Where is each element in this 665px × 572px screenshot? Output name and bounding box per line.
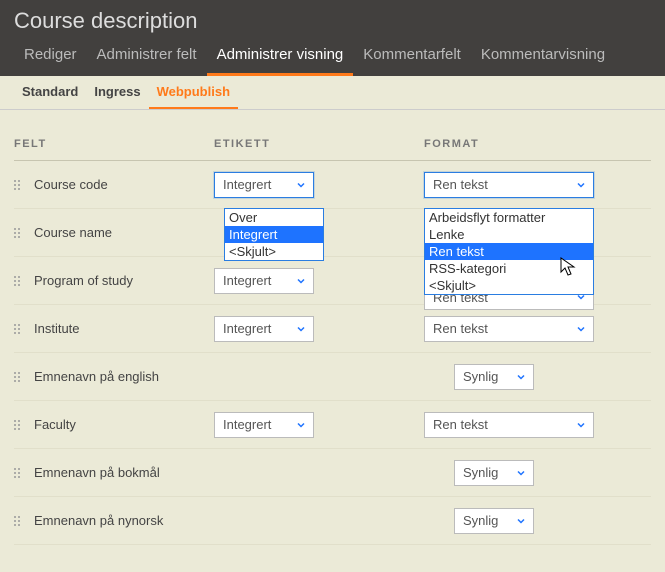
format-select-label: Synlig [463,369,498,384]
drag-handle-icon[interactable] [14,180,24,190]
subtab-webpublish[interactable]: Webpublish [149,76,238,109]
format-select-label: Synlig [463,513,498,528]
field-name: Institute [34,321,80,336]
format-select-label: Ren tekst [433,417,488,432]
table-row: Emnenavn på nynorsk Synlig [14,497,651,545]
tab-kommentarfelt[interactable]: Kommentarfelt [353,40,471,76]
format-select[interactable]: Ren tekst [424,172,594,198]
drag-handle-icon[interactable] [14,324,24,334]
partial-format-select[interactable]: Ren tekst [424,292,594,312]
format-dropdown-list[interactable]: Arbeidsflyt formatter Lenke Ren tekst RS… [424,208,594,295]
chevron-down-icon [295,419,307,434]
field-name: Program of study [34,273,133,288]
etikett-select[interactable]: Integrert [214,268,314,294]
etikett-option[interactable]: Integrert [225,226,323,243]
tab-administrer-visning[interactable]: Administrer visning [207,40,354,76]
drag-handle-icon[interactable] [14,516,24,526]
field-name: Course name [34,225,112,240]
format-option[interactable]: <Skjult> [425,277,593,294]
format-select-label: Ren tekst [433,177,488,192]
tab-administrer-felt[interactable]: Administrer felt [87,40,207,76]
tab-rediger[interactable]: Rediger [14,40,87,76]
col-header-format: FORMAT [424,138,651,150]
primary-tabs: Rediger Administrer felt Administrer vis… [0,40,665,76]
drag-handle-icon[interactable] [14,228,24,238]
etikett-dropdown-list[interactable]: Over Integrert <Skjult> [224,208,324,261]
format-select-label: Ren tekst [433,321,488,336]
drag-handle-icon[interactable] [14,372,24,382]
format-select-label: Synlig [463,465,498,480]
chevron-down-icon [575,323,587,338]
chevron-down-icon [515,371,527,386]
etikett-select-label: Integrert [223,273,271,288]
field-name: Emnenavn på english [34,369,159,384]
etikett-select[interactable]: Integrert [214,172,314,198]
format-option[interactable]: RSS-kategori [425,260,593,277]
field-name: Emnenavn på bokmål [34,465,160,480]
drag-handle-icon[interactable] [14,276,24,286]
format-select[interactable]: Ren tekst [424,316,594,342]
chevron-down-icon [575,419,587,434]
field-name: Emnenavn på nynorsk [34,513,163,528]
table-row: Faculty Integrert Ren tekst [14,401,651,449]
field-name: Course code [34,177,108,192]
format-select[interactable]: Synlig [454,364,534,390]
table-row: Course code Integrert Ren tekst [14,161,651,209]
table-row: Emnenavn på english Synlig [14,353,651,401]
col-header-etikett: ETIKETT [214,138,424,150]
chevron-down-icon [515,467,527,482]
page-title: Course description [0,0,665,40]
chevron-down-icon [575,179,587,194]
drag-handle-icon[interactable] [14,468,24,478]
chevron-down-icon [515,515,527,530]
etikett-select[interactable]: Integrert [214,412,314,438]
table-row: Emnenavn på bokmål Synlig [14,449,651,497]
table-row: Institute Integrert Ren tekst [14,305,651,353]
subtab-standard[interactable]: Standard [14,76,86,109]
format-select[interactable]: Ren tekst [424,412,594,438]
col-header-felt: FELT [14,138,214,150]
format-option[interactable]: Lenke [425,226,593,243]
drag-handle-icon[interactable] [14,420,24,430]
chevron-down-icon [295,323,307,338]
etikett-select[interactable]: Integrert [214,316,314,342]
format-select[interactable]: Synlig [454,460,534,486]
chevron-down-icon [295,275,307,290]
subtab-ingress[interactable]: Ingress [86,76,148,109]
etikett-select-label: Integrert [223,177,271,192]
chevron-down-icon [295,179,307,194]
field-name: Faculty [34,417,76,432]
format-select[interactable]: Synlig [454,508,534,534]
format-option[interactable]: Arbeidsflyt formatter [425,209,593,226]
etikett-select-label: Integrert [223,417,271,432]
table-header: FELT ETIKETT FORMAT [14,138,651,161]
etikett-select-label: Integrert [223,321,271,336]
etikett-option[interactable]: Over [225,209,323,226]
tab-kommentarvisning[interactable]: Kommentarvisning [471,40,615,76]
format-option[interactable]: Ren tekst [425,243,593,260]
etikett-option[interactable]: <Skjult> [225,243,323,260]
secondary-tabs: Standard Ingress Webpublish [0,76,665,110]
